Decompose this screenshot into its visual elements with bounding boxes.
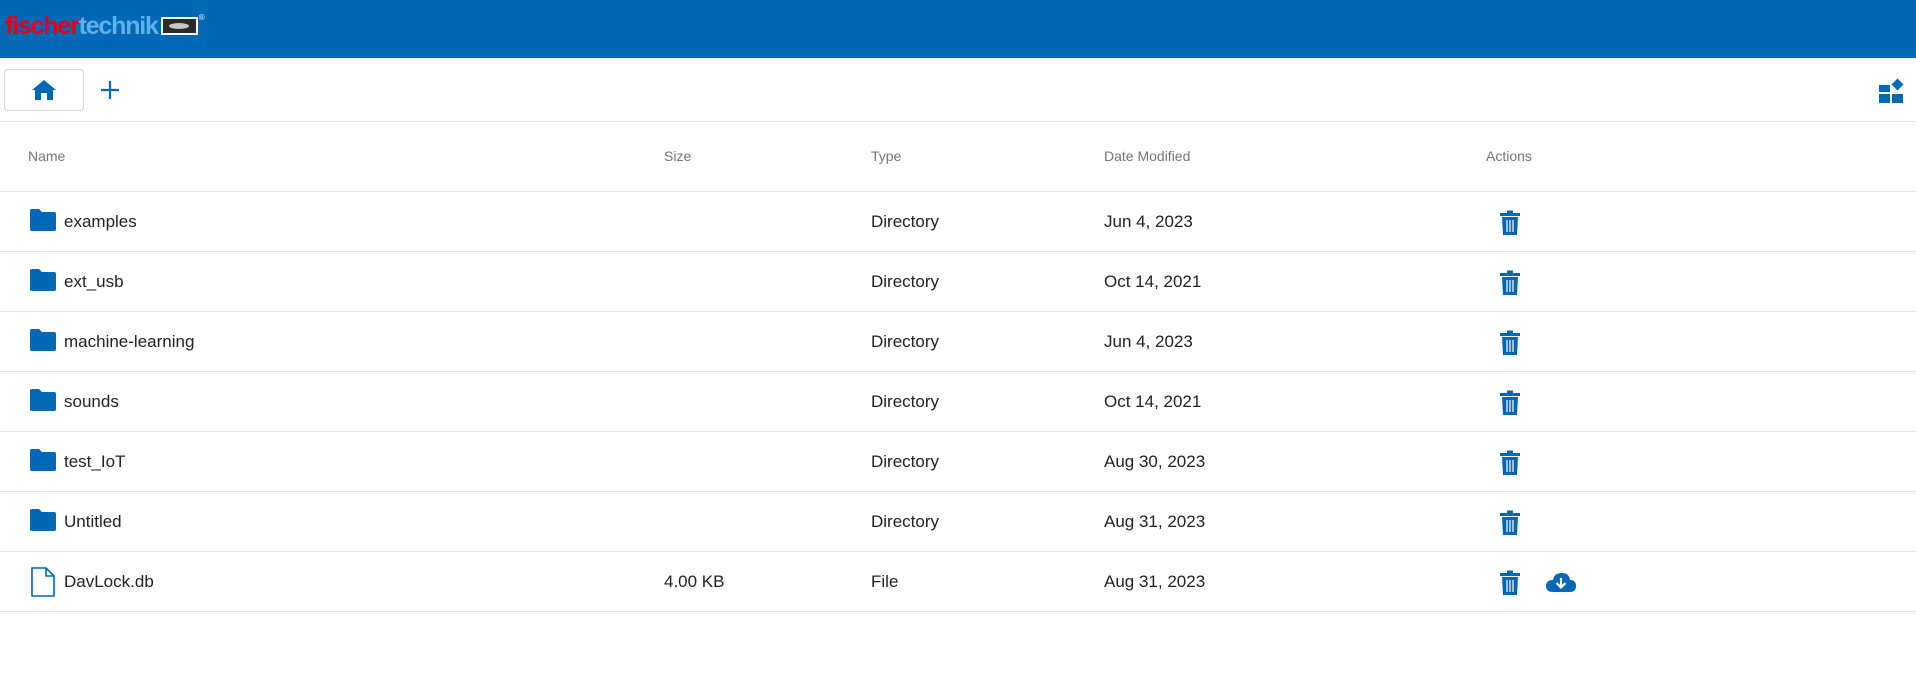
delete-button[interactable]	[1499, 210, 1521, 236]
row-date-modified: Jun 4, 2023	[1104, 332, 1193, 351]
folder-icon	[29, 207, 57, 235]
table-row[interactable]: examples Directory Jun 4, 2023	[0, 192, 1916, 252]
table-row[interactable]: test_IoT Directory Aug 30, 2023	[0, 432, 1916, 492]
file-table: Name Size Type Date Modified Actions exa…	[0, 122, 1916, 612]
row-name[interactable]: DavLock.db	[64, 572, 154, 592]
trash-icon	[1499, 330, 1521, 360]
table-header: Name Size Type Date Modified Actions	[0, 122, 1916, 192]
folder-icon	[29, 267, 57, 295]
delete-button[interactable]	[1499, 330, 1521, 356]
delete-button[interactable]	[1499, 510, 1521, 536]
column-header-actions: Actions	[1486, 148, 1532, 164]
row-date-modified: Oct 14, 2021	[1104, 272, 1202, 291]
folder-icon	[29, 507, 57, 535]
table-row[interactable]: machine-learning Directory Jun 4, 2023	[0, 312, 1916, 372]
trash-icon	[1499, 450, 1521, 480]
row-size: 4.00 KB	[664, 572, 725, 591]
row-type: Directory	[871, 512, 940, 531]
view-toggle-button[interactable]	[1878, 78, 1904, 104]
table-body: examples Directory Jun 4, 2023 ext_usb Direc…	[0, 192, 1916, 612]
view-toggle-icon	[1879, 78, 1904, 103]
row-date-modified: Jun 4, 2023	[1104, 212, 1193, 231]
cloud-download-icon	[1545, 573, 1577, 600]
delete-button[interactable]	[1499, 390, 1521, 416]
row-type: Directory	[871, 392, 940, 411]
column-header-date-modified[interactable]: Date Modified	[1104, 148, 1190, 164]
column-header-name[interactable]: Name	[28, 148, 65, 164]
folder-icon	[29, 327, 57, 355]
row-type: Directory	[871, 272, 940, 291]
trash-icon	[1499, 270, 1521, 300]
file-icon	[29, 567, 57, 597]
home-tab[interactable]	[4, 69, 84, 111]
row-name[interactable]: test_IoT	[64, 452, 125, 472]
delete-button[interactable]	[1499, 570, 1521, 596]
row-date-modified: Oct 14, 2021	[1104, 392, 1202, 411]
toolbar	[0, 58, 1916, 122]
download-button[interactable]	[1545, 570, 1577, 596]
row-name[interactable]: Untitled	[64, 512, 122, 532]
home-icon	[32, 80, 56, 100]
folder-icon	[29, 447, 57, 475]
logo-registered-mark: ®	[198, 13, 205, 22]
row-name[interactable]: examples	[64, 212, 137, 232]
add-tab-button[interactable]	[94, 74, 126, 106]
logo-fish-badge-icon	[160, 17, 198, 35]
delete-button[interactable]	[1499, 270, 1521, 296]
row-name[interactable]: sounds	[64, 392, 119, 412]
logo-text-technik: technik	[78, 12, 159, 40]
row-name[interactable]: machine-learning	[64, 332, 194, 352]
row-date-modified: Aug 30, 2023	[1104, 452, 1206, 471]
row-type: File	[871, 572, 899, 591]
table-row[interactable]: DavLock.db 4.00 KB File Aug 31, 2023	[0, 552, 1916, 612]
trash-icon	[1499, 510, 1521, 540]
folder-icon	[29, 387, 57, 415]
logo-text-fischer: fischer	[5, 12, 80, 40]
table-row[interactable]: Untitled Directory Aug 31, 2023	[0, 492, 1916, 552]
delete-button[interactable]	[1499, 450, 1521, 476]
row-date-modified: Aug 31, 2023	[1104, 572, 1206, 591]
row-type: Directory	[871, 332, 940, 351]
plus-icon	[101, 81, 119, 99]
trash-icon	[1499, 390, 1521, 420]
row-date-modified: Aug 31, 2023	[1104, 512, 1206, 531]
app-header: fischer technik ®	[0, 0, 1916, 58]
table-row[interactable]: sounds Directory Oct 14, 2021	[0, 372, 1916, 432]
column-header-size[interactable]: Size	[664, 148, 691, 164]
trash-icon	[1499, 210, 1521, 240]
row-name[interactable]: ext_usb	[64, 272, 124, 292]
table-row[interactable]: ext_usb Directory Oct 14, 2021	[0, 252, 1916, 312]
row-type: Directory	[871, 452, 940, 471]
row-type: Directory	[871, 212, 940, 231]
trash-icon	[1499, 570, 1521, 600]
column-header-type[interactable]: Type	[871, 148, 901, 164]
fischertechnik-logo[interactable]: fischer technik ®	[5, 13, 205, 39]
